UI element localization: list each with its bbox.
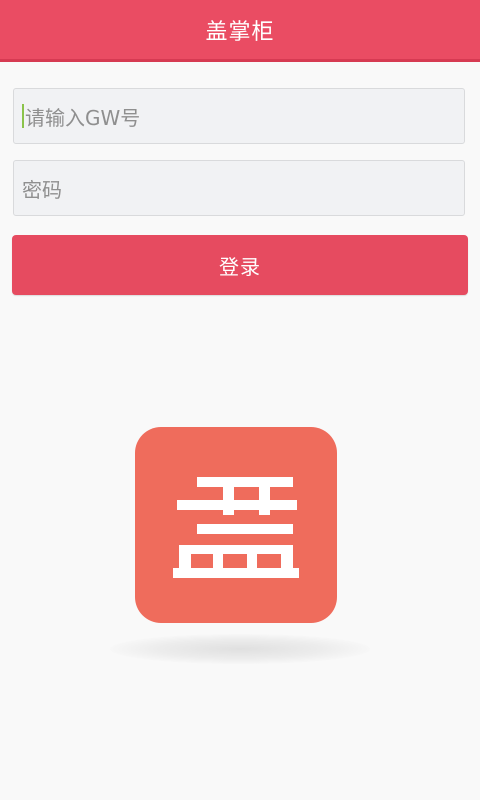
login-screen: 盖掌柜 请输入GW号 密码 登录: [0, 0, 480, 800]
gw-number-input[interactable]: 请输入GW号: [13, 88, 465, 144]
gai-character-icon: [173, 477, 299, 578]
password-placeholder: 密码: [22, 177, 62, 202]
gw-number-placeholder: 请输入GW号: [25, 105, 141, 130]
app-title: 盖掌柜: [205, 19, 275, 45]
text-cursor: [22, 104, 24, 128]
password-input[interactable]: 密码: [13, 160, 465, 216]
logo-shadow: [110, 634, 370, 664]
title-bar: 盖掌柜: [0, 0, 480, 62]
app-logo: [135, 427, 337, 623]
login-button[interactable]: 登录: [12, 235, 468, 295]
login-button-label: 登录: [219, 254, 261, 279]
